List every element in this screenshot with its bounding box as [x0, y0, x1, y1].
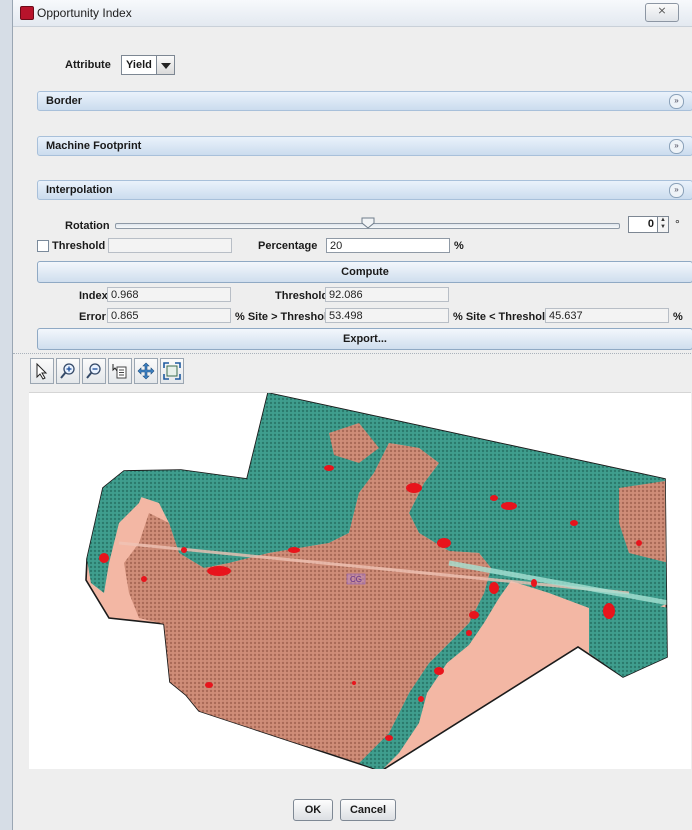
- machine-footprint-section-header[interactable]: Machine Footprint »: [37, 136, 692, 156]
- field-map[interactable]: CG: [29, 392, 691, 772]
- ok-button[interactable]: OK: [293, 799, 333, 821]
- threshold-value: 92.086: [325, 287, 449, 302]
- interpolation-section-header[interactable]: Interpolation »: [37, 180, 692, 200]
- error-value: 0.865: [107, 308, 231, 323]
- spinner-down-icon[interactable]: ▼: [658, 224, 668, 231]
- split-divider[interactable]: [13, 353, 692, 357]
- site-below-threshold-value: 45.637: [545, 308, 669, 323]
- compute-button[interactable]: Compute: [37, 261, 692, 283]
- expand-chevron-icon[interactable]: »: [669, 183, 684, 198]
- threshold-checkbox[interactable]: [37, 240, 49, 252]
- export-button[interactable]: Export...: [37, 328, 692, 350]
- expand-chevron-icon[interactable]: »: [669, 94, 684, 109]
- trailing-percent-unit: %: [673, 311, 683, 323]
- chevron-down-icon[interactable]: [156, 55, 175, 75]
- slider-thumb[interactable]: [361, 217, 375, 229]
- percentage-label: Percentage: [258, 240, 318, 252]
- window-title: Opportunity Index: [37, 6, 132, 20]
- select-arrow-icon[interactable]: [30, 358, 54, 384]
- layers-icon[interactable]: [108, 358, 132, 384]
- border-section-title: Border: [46, 95, 83, 107]
- expand-chevron-icon[interactable]: »: [669, 139, 684, 154]
- attribute-value[interactable]: Yield: [121, 55, 157, 75]
- spinner-up-icon[interactable]: ▲: [658, 217, 668, 224]
- attribute-label: Attribute: [65, 59, 111, 71]
- zoom-extent-icon[interactable]: [160, 358, 184, 384]
- threshold-result-label: Threshold: [275, 290, 329, 302]
- opportunity-index-dialog: Opportunity Index ⨯ Attribute Yield Bord…: [12, 0, 692, 830]
- zoom-out-icon[interactable]: [82, 358, 106, 384]
- app-icon: [20, 6, 34, 20]
- site-below-threshold-label: % Site < Threshold: [453, 311, 552, 323]
- interpolation-section-title: Interpolation: [46, 184, 113, 196]
- title-bar: Opportunity Index ⨯: [13, 0, 692, 27]
- zoom-in-icon[interactable]: [56, 358, 80, 384]
- machine-footprint-section-title: Machine Footprint: [46, 140, 142, 152]
- percentage-unit: %: [454, 240, 464, 252]
- rotation-value[interactable]: 0: [628, 216, 658, 233]
- rotation-spinner[interactable]: 0 ▲ ▼: [628, 216, 669, 233]
- rotation-label: Rotation: [65, 220, 110, 232]
- centroid-label: CG: [350, 575, 362, 584]
- attribute-select[interactable]: Yield: [121, 55, 175, 75]
- degree-unit: °: [675, 217, 680, 231]
- pan-icon[interactable]: [134, 358, 158, 384]
- close-button[interactable]: ⨯: [645, 3, 679, 22]
- cancel-button[interactable]: Cancel: [340, 799, 396, 821]
- index-value: 0.968: [107, 287, 231, 302]
- spinner-buttons[interactable]: ▲ ▼: [658, 216, 669, 233]
- border-section-header[interactable]: Border »: [37, 91, 692, 111]
- map-toolbar: [30, 358, 184, 390]
- site-above-threshold-label: % Site > Threshold: [235, 311, 334, 323]
- percentage-input[interactable]: 20: [326, 238, 450, 253]
- map-view[interactable]: CG: [29, 392, 691, 772]
- error-label: Error: [79, 311, 106, 323]
- site-above-threshold-value: 53.498: [325, 308, 449, 323]
- threshold-input[interactable]: [108, 238, 232, 253]
- index-label: Index: [79, 290, 108, 302]
- threshold-checkbox-label[interactable]: Threshold: [52, 240, 105, 252]
